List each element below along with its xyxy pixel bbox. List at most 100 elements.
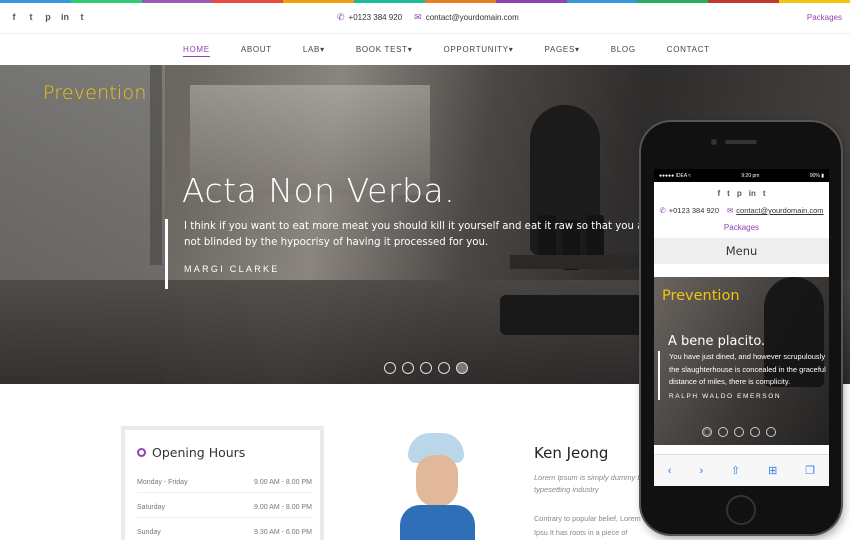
mail-icon: ✉ (414, 12, 422, 22)
doctor-name: Ken Jeong (534, 444, 609, 462)
microscope-base (500, 295, 650, 335)
pinterest-icon[interactable]: p (737, 189, 742, 198)
hours-day: Sunday (137, 529, 161, 536)
facebook-icon[interactable]: f (10, 12, 18, 22)
slider-pagination (384, 362, 468, 374)
hours-day: Saturday (137, 504, 166, 511)
phone-home-button[interactable] (726, 495, 756, 525)
phone-status-bar: ●●●●● IDEA ≈ 9:20 pm 90% ▮ (654, 169, 829, 182)
mobile-phone-contact: ✆ +0123 384 920 (659, 206, 719, 215)
hero-title: Acta Non Verba. (182, 171, 456, 210)
linkedin-icon[interactable]: in (749, 189, 756, 198)
slider-dot[interactable] (438, 362, 450, 374)
main-navigation: HOME ABOUT LAB▾ BOOK TEST▾ OPPORTUNITY▾ PAGES… (0, 33, 850, 65)
hero-quote-line: not blinded by the hypocrisy of having i… (184, 237, 489, 248)
share-icon[interactable]: ⇧ (731, 464, 740, 477)
tumblr-icon[interactable]: t (763, 189, 766, 198)
email-contact[interactable]: ✉ contact@yourdomain.com (414, 12, 519, 23)
slider-dot[interactable] (402, 362, 414, 374)
mobile-hero-title: A bene placito. (668, 334, 766, 349)
nav-item-opportunity[interactable]: OPPORTUNITY▾ (443, 45, 513, 57)
bookmarks-icon[interactable]: ⊞ (768, 464, 777, 477)
pinterest-icon[interactable]: p (44, 12, 52, 22)
slider-dot[interactable] (702, 427, 712, 437)
phone-contact: ✆ +0123 384 920 (337, 12, 402, 23)
phone-icon: ✆ (659, 206, 666, 215)
nav-item-home[interactable]: HOME (183, 45, 210, 57)
status-time: 9:20 pm (741, 172, 760, 179)
hours-time: 9.30 AM - 6.00 PM (254, 529, 312, 536)
opening-hours-card: Opening Hours Monday - Friday 9.00 AM - 8… (121, 426, 324, 540)
email-link[interactable]: contact@yourdomain.com (426, 13, 519, 22)
nav-menu: HOME ABOUT LAB▾ BOOK TEST▾ OPPORTUNITY▾ PAGES… (183, 45, 741, 57)
doctor-face (416, 455, 458, 507)
mobile-hero-tagline: Prevention (662, 288, 740, 304)
contact-info: ✆ +0123 384 920 ✉ contact@yourdomain.com (337, 12, 519, 23)
top-bar: f t p in t ✆ +0123 384 920 ✉ contact@yourdomai… (0, 3, 850, 33)
nav-item-about[interactable]: ABOUT (241, 45, 272, 57)
hours-row: Monday - Friday 9.00 AM - 8.00 PM (137, 479, 312, 493)
doctor-photo (400, 433, 475, 540)
mobile-menu-button[interactable]: Menu (654, 238, 829, 264)
hero-quote-line: I think if you want to eat more meat you… (184, 221, 648, 232)
phone-number: +0123 384 920 (348, 13, 403, 22)
phone-icon: ✆ (337, 12, 345, 22)
social-links: f t p in t (10, 12, 86, 22)
hero-background-frame (150, 65, 162, 265)
phone-speaker (725, 140, 757, 144)
phone-screen: ●●●●● IDEA ≈ 9:20 pm 90% ▮ f t p in t ✆ +0123… (654, 169, 829, 486)
twitter-icon[interactable]: t (27, 12, 35, 22)
hero-quote: I think if you want to eat more meat you… (165, 219, 648, 289)
carrier-signal: ●●●●● IDEA ≈ (659, 172, 692, 179)
twitter-icon[interactable]: t (727, 189, 730, 198)
hours-row: Saturday 9.00 AM - 8.00 PM (137, 504, 312, 518)
nav-item-pages[interactable]: PAGES▾ (545, 45, 580, 57)
packages-link[interactable]: Packages (807, 13, 842, 22)
mobile-hero-quote-author: RALPH WALDO EMERSON (669, 392, 782, 400)
nav-item-contact[interactable]: CONTACT (667, 45, 710, 57)
nav-item-book-test[interactable]: BOOK TEST▾ (356, 45, 413, 57)
slider-dot[interactable] (718, 427, 728, 437)
mobile-slider-pagination (702, 427, 776, 437)
mobile-hero-slider: Prevention A bene placito. You have just… (654, 277, 829, 445)
opening-hours-title: Opening Hours (137, 445, 245, 460)
tumblr-icon[interactable]: t (78, 12, 86, 22)
forward-icon[interactable]: › (699, 465, 703, 477)
hours-day: Monday - Friday (137, 479, 188, 486)
opening-hours-heading: Opening Hours (152, 445, 246, 460)
slider-dot[interactable] (420, 362, 432, 374)
mobile-hero-quote: You have just dined, and however scrupul… (658, 351, 826, 400)
slider-dot[interactable] (766, 427, 776, 437)
mobile-hero-quote-text: You have just dined, and however scrupul… (669, 352, 826, 386)
tabs-icon[interactable]: ❐ (805, 464, 815, 477)
mobile-contact-info: ✆ +0123 384 920 ✉ contact@yourdomain.com (654, 206, 829, 215)
mail-icon: ✉ (727, 206, 734, 215)
slider-dot[interactable] (456, 362, 468, 374)
doctor-body-text: Contrary to popular belief, Lorem Ipsu I… (534, 514, 641, 537)
linkedin-icon[interactable]: in (61, 12, 69, 22)
nav-item-blog[interactable]: BLOG (611, 45, 636, 57)
nav-item-lab[interactable]: LAB▾ (303, 45, 325, 57)
hours-time: 9.00 AM - 8.00 PM (254, 479, 312, 486)
slider-dot[interactable] (734, 427, 744, 437)
hours-time: 9.00 AM - 8.00 PM (254, 504, 312, 511)
mobile-social-links: f t p in t (654, 189, 829, 198)
slider-dot[interactable] (384, 362, 396, 374)
mobile-email-link[interactable]: contact@yourdomain.com (736, 206, 823, 215)
back-icon[interactable]: ‹ (668, 465, 672, 477)
doctor-scrubs (400, 505, 475, 540)
doctor-description: Lorem Ipsum is simply dummy te typesetti… (534, 473, 644, 494)
mobile-email-contact[interactable]: ✉ contact@yourdomain.com (727, 206, 824, 215)
phone-mockup: ●●●●● IDEA ≈ 9:20 pm 90% ▮ f t p in t ✆ +0123… (641, 122, 841, 534)
slider-dot[interactable] (750, 427, 760, 437)
battery-status: 90% ▮ (809, 172, 824, 179)
clock-icon (137, 448, 146, 457)
mobile-packages-link[interactable]: Packages (654, 223, 829, 232)
facebook-icon[interactable]: f (717, 189, 720, 198)
browser-toolbar: ‹ › ⇧ ⊞ ❐ (654, 454, 829, 486)
hero-quote-author: MARGI CLARKE (184, 264, 280, 274)
phone-camera (711, 139, 717, 145)
mobile-phone-number: +0123 384 920 (668, 206, 719, 215)
hero-tagline: Prevention (43, 82, 147, 104)
hours-row: Sunday 9.30 AM - 6.00 PM (137, 529, 312, 540)
